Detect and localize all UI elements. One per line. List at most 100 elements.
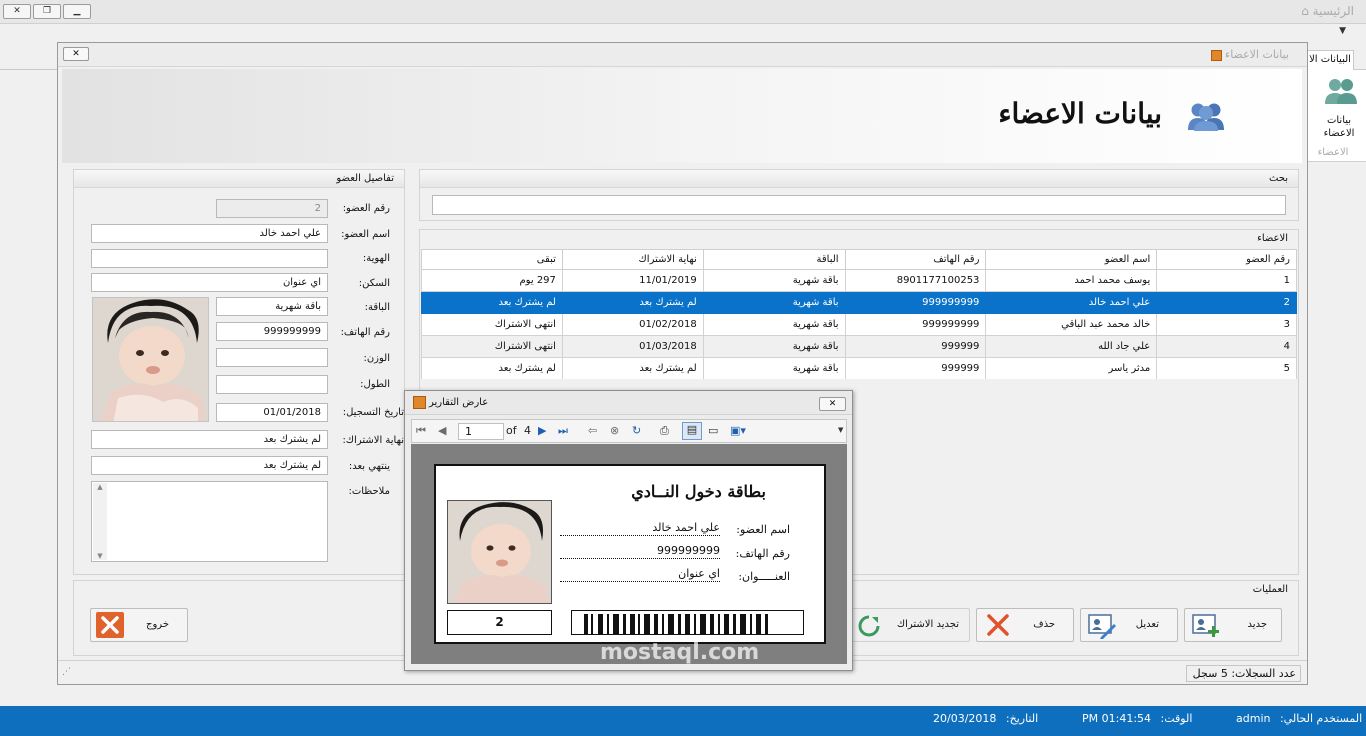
previous-page-icon[interactable]: ◀ [438,424,446,437]
restore-button[interactable]: ❐ [33,4,61,19]
col-remaining[interactable]: تبقى [421,249,563,270]
cell-member-name[interactable]: علي جاد الله [985,335,1158,358]
close-icon[interactable]: ✕ [3,4,31,19]
resize-grip-icon[interactable]: ⋰ [62,667,71,677]
edit-button[interactable]: تعديل [1080,608,1178,642]
cell-subscription-end[interactable]: 11/01/2019 [561,269,704,292]
page-title: بيانات الاعضاء [998,97,1162,130]
col-package[interactable]: الباقة [702,249,846,270]
cell-package[interactable]: باقة شهرية [702,313,846,336]
app-titlebar: ✕ ❐ ▁ الرئيسية ⌂ [0,0,1366,24]
export-icon[interactable]: ▣▾ [730,424,746,437]
cell-subscription-end[interactable]: لم يشترك بعد [561,357,704,379]
cell-phone[interactable]: 8901177100253 [844,269,987,292]
col-member-no[interactable]: رقم العضو [1156,249,1297,270]
child-title-text: بيانات الاعضاء [1225,48,1289,61]
cell-phone[interactable]: 999999999 [844,291,987,314]
cell-subscription-end[interactable]: 01/02/2018 [561,313,704,336]
date-value: 20/03/2018 [933,712,997,725]
cell-member-no[interactable]: 4 [1156,335,1297,358]
cell-member-no[interactable]: 3 [1156,313,1297,336]
cell-remaining[interactable]: انتهى الاشتراك [421,313,563,336]
cell-phone[interactable]: 999999 [844,335,987,358]
cell-member-name[interactable]: يوسف محمد احمد [985,269,1158,292]
register-date-field[interactable]: 01/01/2018 [216,403,328,422]
report-body: بطاقة دخول النــادي اسم العضو: علي احمد … [411,444,847,664]
address-field[interactable]: اي عنوان [91,273,328,292]
scroll-down-icon[interactable]: ▼ [93,552,107,560]
scroll-up-icon[interactable]: ▲ [93,483,107,491]
cell-package[interactable]: باقة شهرية [702,335,846,358]
cell-member-name[interactable]: مدثر ياسر [985,357,1158,379]
stop-icon[interactable]: ⊗ [610,424,619,437]
last-page-icon[interactable]: ⏭ [558,424,568,438]
back-icon[interactable]: ⇦ [588,424,597,437]
notes-textarea[interactable] [91,481,328,562]
minimize-button[interactable]: ▁ [63,4,91,19]
page-setup-icon[interactable]: ▭ [708,424,718,437]
cell-member-name[interactable]: علي احمد خالد [985,291,1158,314]
add-user-icon [1192,614,1219,637]
table-row[interactable]: 1 يوسف محمد احمد 8901177100253 باقة شهري… [421,269,1297,292]
exit-button[interactable]: خروج [90,608,188,642]
col-phone[interactable]: رقم الهاتف [844,249,987,270]
print-icon[interactable]: ⎙ [660,424,669,438]
cell-remaining[interactable]: انتهى الاشتراك [421,335,563,358]
card-phone-label: رقم الهاتف: [735,547,790,560]
table-row-selected[interactable]: 2 علي احمد خالد 999999999 باقة شهرية لم … [421,291,1297,314]
first-page-icon[interactable]: ⏮ [416,424,426,438]
main-status-bar: المستخدم الحالي: admin الوقت: 01:41:54 P… [0,706,1366,736]
col-member-name[interactable]: اسم العضو [985,249,1158,270]
ribbon-button-members-label[interactable]: بيانات الاعضاء [1312,114,1366,140]
height-field[interactable] [216,375,328,394]
member-name-field[interactable]: علي احمد خالد [91,224,328,243]
cell-member-name[interactable]: خالد محمد عبد الباقي [985,313,1158,336]
table-row[interactable]: 5 مدثر ياسر 999999 باقة شهرية لم يشترك ب… [421,357,1297,379]
cell-package[interactable]: باقة شهرية [702,357,846,379]
ribbon-dropdown-icon[interactable]: ▼ [1339,26,1346,36]
page-number-input[interactable]: 1 [458,423,504,440]
delete-button-label: حذف [1033,619,1055,630]
current-date: التاريخ: 20/03/2018 [933,712,1038,725]
table-row[interactable]: 4 علي جاد الله 999999 باقة شهرية 01/03/2… [421,335,1297,358]
cell-member-no[interactable]: 1 [1156,269,1297,292]
ribbon-tab-members[interactable]: البيانات الا [1306,50,1354,70]
weight-field[interactable] [216,348,328,367]
renew-subscription-button[interactable]: تجديد الاشتراك [850,608,970,642]
cell-remaining[interactable]: 297 يوم [421,269,563,292]
members-icon[interactable] [1324,76,1358,106]
delete-button[interactable]: حذف [976,608,1074,642]
subscription-end-field[interactable]: لم يشترك بعد [91,430,328,449]
cell-package[interactable]: باقة شهرية [702,291,846,314]
members-table: رقم العضو اسم العضو رقم الهاتف الباقة نه… [421,249,1297,379]
report-close-button[interactable]: ✕ [819,397,846,411]
col-subscription-end[interactable]: نهاية الاشتراك [561,249,704,270]
cell-remaining[interactable]: لم يشترك بعد [421,357,563,379]
member-photo[interactable] [92,297,209,422]
card-address-label: العنـــــوان: [738,570,790,583]
cell-remaining[interactable]: لم يشترك بعد [421,291,563,314]
search-input[interactable] [432,195,1286,215]
next-page-icon[interactable]: ▶ [538,424,546,437]
cell-member-no[interactable]: 2 [1156,291,1297,314]
print-layout-icon[interactable]: ▤ [682,422,702,440]
toolbar-overflow-icon[interactable]: ▼ [838,426,843,434]
notes-scrollbar[interactable]: ▲ ▼ [93,483,107,560]
app-title-text: الرئيسية [1312,4,1354,18]
watermark: mostaql.com [600,640,760,665]
expires-in-field[interactable]: لم يشترك بعد [91,456,328,475]
table-row[interactable]: 3 خالد محمد عبد الباقي 999999999 باقة شه… [421,313,1297,336]
cell-phone[interactable]: 999999999 [844,313,987,336]
cell-member-no[interactable]: 5 [1156,357,1297,379]
package-field[interactable]: باقة شهرية [216,297,328,316]
child-close-button[interactable]: ✕ [63,47,89,61]
cell-phone[interactable]: 999999 [844,357,987,379]
search-title: بحث [420,170,1298,188]
cell-subscription-end[interactable]: 01/03/2018 [561,335,704,358]
phone-field[interactable]: 999999999 [216,322,328,341]
refresh-report-icon[interactable]: ↻ [632,424,641,437]
id-field[interactable] [91,249,328,268]
new-button[interactable]: جديد [1184,608,1282,642]
cell-subscription-end[interactable]: لم يشترك بعد [561,291,704,314]
cell-package[interactable]: باقة شهرية [702,269,846,292]
